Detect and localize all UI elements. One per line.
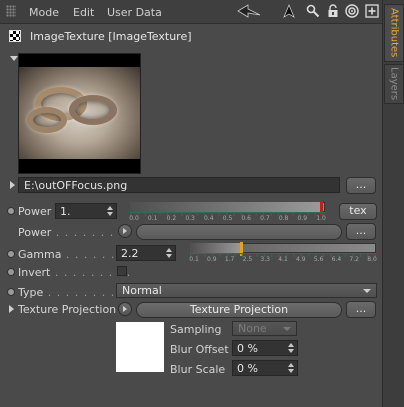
blur-scale-label: Blur Scale: [170, 363, 226, 376]
slider-tick-label: 1.7: [224, 256, 235, 263]
projection-preview-swatch: [116, 322, 164, 372]
slider-tick-label: 2.5: [242, 256, 253, 263]
file-expand-arrow[interactable]: [10, 181, 15, 189]
object-title: ImageTexture [ImageTexture]: [30, 30, 192, 43]
slider-tick-label: 0.8: [278, 215, 289, 222]
slider-tick-label: 4.9: [296, 256, 306, 263]
chevron-down-icon: [283, 327, 291, 331]
slider-tick-label: 7.2: [349, 256, 359, 263]
preview-collapse-arrow[interactable]: [10, 56, 18, 61]
power-tex-button[interactable]: tex: [339, 203, 377, 220]
power-slider[interactable]: 0.0 0.1 0.2 0.3 0.4 0.5 0.6 0.7 0.8 0.9 1.0: [129, 201, 326, 222]
slider-tick-label: 0.6: [241, 215, 251, 222]
texture-preview: [18, 53, 141, 174]
target-icon[interactable]: [344, 3, 360, 19]
slider-tick-label: 0.5: [222, 215, 233, 222]
slider-tick-label: 6.4: [331, 256, 342, 263]
pointer-icon[interactable]: [281, 3, 297, 19]
type-anim-dot[interactable]: [7, 288, 15, 296]
power-texture-arrow-button[interactable]: [118, 224, 132, 238]
menu-mode[interactable]: Mode: [29, 6, 59, 19]
gamma-spinner-icon[interactable]: [166, 248, 172, 258]
sampling-label: Sampling: [170, 323, 222, 336]
grip-icon[interactable]: [6, 5, 16, 17]
blur-offset-input[interactable]: 0 %: [232, 340, 298, 356]
power-spinner-icon[interactable]: [107, 206, 113, 216]
slider-tick-label: 4.1: [278, 256, 288, 263]
search-icon[interactable]: [305, 3, 321, 19]
tab-attributes[interactable]: Attributes: [384, 4, 404, 62]
texture-projection-button[interactable]: Texture Projection: [136, 302, 342, 318]
tab-layers[interactable]: Layers: [384, 64, 404, 104]
texture-projection-label: Texture Projection: [18, 303, 117, 316]
blur-offset-label: Blur Offset: [170, 343, 229, 356]
side-tab-bar: Attributes Layers: [382, 0, 404, 407]
invert-anim-dot[interactable]: [7, 268, 15, 276]
power-texture-browse-button[interactable]: ...: [346, 223, 376, 240]
lock-icon[interactable]: [325, 3, 341, 19]
sampling-dropdown[interactable]: None: [232, 321, 297, 336]
browse-file-button[interactable]: ...: [346, 177, 376, 194]
slider-tick-label: 0.2: [166, 215, 177, 222]
gamma-slider-fill: [190, 243, 242, 253]
invert-checkbox[interactable]: [117, 266, 127, 276]
chevron-down-icon: [363, 289, 371, 293]
power-texture-slot[interactable]: [136, 224, 342, 240]
slider-tick-label: 0.9: [297, 215, 308, 222]
slider-tick-label: 0.3: [185, 215, 195, 222]
slider-tick-label: 0.0: [129, 215, 139, 222]
power-input[interactable]: 1.: [55, 203, 117, 219]
back-arrow-icon[interactable]: [237, 3, 261, 19]
slider-tick-label: 1.0: [316, 215, 326, 222]
preview-image: [19, 67, 140, 159]
gamma-anim-dot[interactable]: [7, 250, 15, 258]
texture-projection-expand-arrow[interactable]: [9, 305, 14, 313]
object-header: ImageTexture [ImageTexture]: [0, 26, 382, 46]
blur-scale-spinner-icon[interactable]: [288, 363, 294, 373]
texture-projection-browse-button[interactable]: ...: [346, 301, 376, 318]
add-panel-icon[interactable]: [364, 3, 380, 19]
blur-offset-spinner-icon[interactable]: [288, 343, 294, 353]
slider-tick-label: 0.4: [204, 215, 214, 222]
texture-projection-arrow-button[interactable]: [118, 302, 132, 316]
type-dropdown[interactable]: Normal: [116, 283, 377, 298]
slider-tick-label: 3.3: [260, 256, 270, 263]
menu-edit[interactable]: Edit: [73, 6, 94, 19]
slider-tick-label: 0.7: [260, 215, 270, 222]
menu-user-data[interactable]: User Data: [107, 6, 162, 19]
slider-tick-label: 0.9: [207, 256, 217, 263]
blur-scale-input[interactable]: 0 %: [232, 360, 298, 376]
gamma-input[interactable]: 2.2: [116, 245, 176, 261]
slider-tick-label: 0.1: [147, 215, 158, 222]
power-texture-label: Power . . . . . . . . .: [18, 226, 133, 239]
menu-bar: Mode Edit User Data: [0, 0, 382, 24]
slider-tick-label: 0.1: [189, 256, 199, 263]
slider-tick-label: 5.6: [313, 256, 324, 263]
power-slider-fill: [130, 202, 321, 212]
invert-label: Invert . . . . . . . . .: [18, 266, 132, 279]
power-label: Power: [18, 205, 52, 218]
power-anim-dot[interactable]: [7, 207, 15, 215]
file-path-field[interactable]: E:\outOFFocus.png: [18, 177, 340, 193]
slider-tick-label: 8.0: [367, 256, 377, 263]
image-texture-icon: [9, 30, 21, 42]
gamma-slider[interactable]: 0.1 0.9 1.7 2.5 3.3 4.1 4.9 5.6 6.4 7.2 8.0: [189, 242, 377, 263]
attribute-manager-panel: Mode Edit User Data ImageTexture [ImageT…: [0, 0, 382, 407]
